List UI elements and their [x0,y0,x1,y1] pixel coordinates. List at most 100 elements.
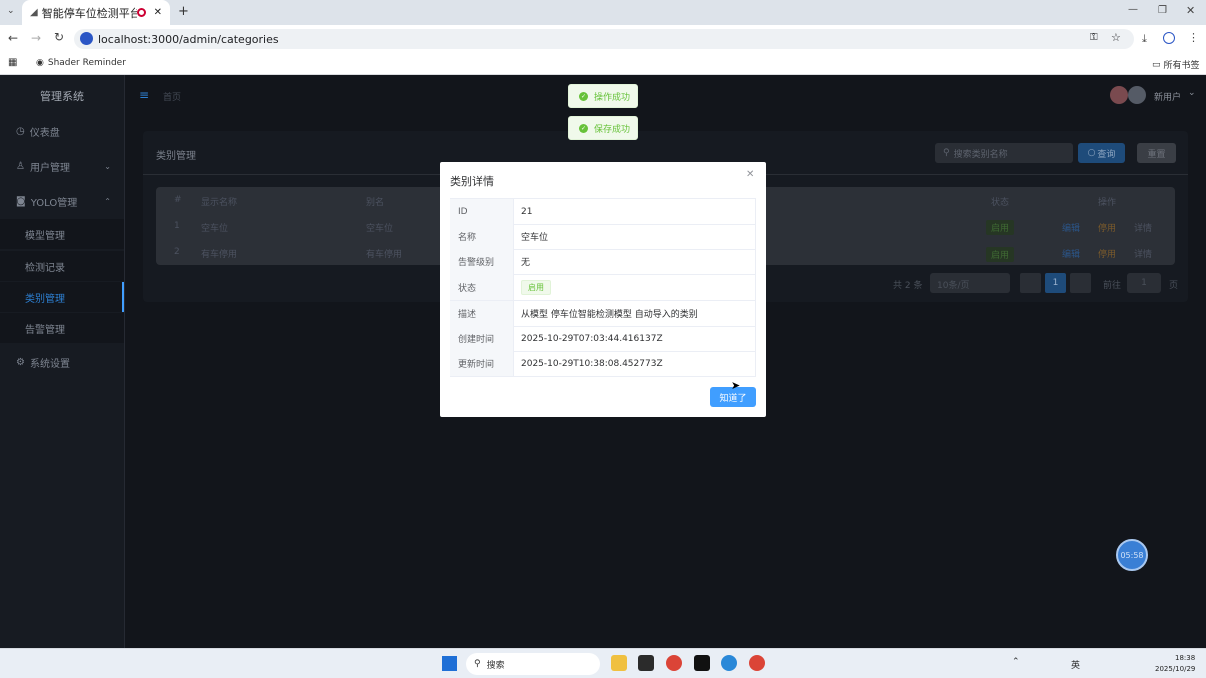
url-bar[interactable]: localhost:3000/admin/categories ⚿ ☆ [74,29,1134,49]
sidebar-title: 管理系统 [40,90,84,103]
search-input[interactable]: ⚲ 搜索类别名称 [935,143,1073,163]
key-icon[interactable]: ⚿ [1090,32,1098,43]
bookmarks-bar: ▦ ◉ Shader Reminder ▭ 所有书签 [0,53,1206,75]
table-row-1-status: 启用 [986,220,1015,235]
reload-icon[interactable]: ↻ [54,30,64,44]
table-row-2-disable[interactable]: 停用 [1098,247,1116,260]
sidebar-item-models[interactable]: 模型管理 [0,219,124,249]
apps-grid-icon[interactable]: ▦ [8,57,17,68]
breadcrumb[interactable]: 首页 [163,90,181,103]
pagination: 共 2 条 10条/页 1 前往 1 页 [893,273,1183,293]
forward-icon[interactable]: → [31,31,41,45]
chevron-down-icon[interactable]: ⌄ [1188,88,1196,98]
col-alias: 别名 [366,198,385,208]
username[interactable]: 新用户 [1154,90,1181,103]
toast-operation-success: ✓ 操作成功 [568,84,638,108]
folder-icon: ▭ [1152,59,1161,70]
back-icon[interactable]: ← [8,31,18,45]
tray-chevron-icon[interactable]: ⌃ [1012,657,1020,667]
status-badge: 启用 [521,279,551,295]
user-icon: ♙ [16,160,25,172]
page-size-select[interactable]: 10条/页 [930,273,1010,293]
search-icon: ○ [1087,148,1096,158]
category-detail-dialog: 类别详情 ✕ ID 21 名称 空车位 告警级别无 状态 启用 描述 从模型 停车位智能… [440,162,766,417]
bookmark-star-icon[interactable]: ☆ [1111,31,1121,44]
prev-page-button[interactable] [1020,273,1041,293]
sidebar-item-users[interactable]: ♙ 用户管理 ⌄ [0,151,124,181]
detail-row-status: 状态 启用 [450,274,756,301]
table-row-1-alias: 空车位 [366,224,394,234]
time: 18:38 [1175,654,1196,662]
sidebar-item-alerts[interactable]: 告警管理 [0,313,124,343]
query-button[interactable]: ○ 查询 [1078,143,1125,163]
chevron-down-icon: ⌄ [104,161,111,171]
menu-toggle-icon[interactable]: ≡ [139,88,149,102]
close-window-icon[interactable]: ✕ [1186,4,1195,17]
goto-label: 前往 [1103,281,1122,291]
more-menu-icon[interactable]: ⋮ [1188,31,1199,44]
col-status: 状态 [991,198,1010,208]
downloads-icon[interactable]: ⤓ [1142,32,1147,46]
date: 2025/10/29 [1155,665,1196,673]
restore-icon[interactable]: ❐ [1158,5,1167,16]
minimize-icon[interactable]: — [1128,4,1138,15]
avatar[interactable] [1110,86,1128,104]
detail-row-id: ID 21 [450,199,756,225]
windows-start-icon[interactable] [442,656,457,671]
detail-row-name: 名称 空车位 [450,224,756,250]
file-explorer-icon[interactable] [611,655,627,671]
sidebar-item-yolo[interactable]: ◙ YOLO管理 ⌃ [0,186,124,216]
url-text: localhost:3000/admin/categories [98,32,279,46]
page-suffix: 页 [1169,281,1179,291]
site-info-icon[interactable] [80,32,93,45]
browser-tab[interactable]: ◢ 智能停车位检测平台 ✕ [22,0,170,25]
table-row-2-detail[interactable]: 详情 [1134,247,1152,260]
toast-save-success: ✓ 保存成功 [568,116,638,140]
reset-button[interactable]: 重置 [1137,143,1176,163]
chevron-up-icon: ⌃ [104,196,111,206]
close-tab-icon[interactable]: ✕ [154,7,162,18]
tab-list-chevron-icon[interactable]: ⌄ [7,6,15,16]
dialog-title: 类别详情 [450,175,494,188]
table-row-1-disable[interactable]: 停用 [1098,221,1116,234]
sidebar-item-detections[interactable]: 检测记录 [0,251,124,281]
app-icon[interactable] [694,655,710,671]
ime-indicator[interactable]: 英 [1071,658,1080,671]
goto-input[interactable]: 1 [1127,273,1161,293]
floating-timer[interactable]: 05:58 [1116,539,1148,571]
mouse-cursor-icon: ➤ [731,379,741,392]
col-index: # [174,195,182,205]
camera-icon: ◙ [16,195,26,207]
top-header: ≡ 首页 新用户 ⌄ [125,75,1206,115]
taskbar-search[interactable]: ⚲ 搜索 [466,653,600,675]
table-row-1-detail[interactable]: 详情 [1134,221,1152,234]
table-row-2-edit[interactable]: 编辑 [1062,247,1080,260]
new-tab-icon[interactable]: + [178,4,189,19]
table-row-2-name: 有车停用 [201,250,238,260]
avatar-secondary [1128,86,1146,104]
sidebar-item-settings[interactable]: ⚙ 系统设置 [0,347,124,377]
detail-row-created: 创建时间 2025-10-29T07:03:44.416137Z [450,326,756,352]
table-row-1-edit[interactable]: 编辑 [1062,221,1080,234]
profile-icon[interactable] [1163,32,1175,44]
sidebar-item-dashboard[interactable]: ◷ 仪表盘 [0,116,124,146]
chat-icon[interactable] [721,655,737,671]
page-1-button[interactable]: 1 [1045,273,1066,293]
all-bookmarks[interactable]: ▭ 所有书签 [1152,58,1200,72]
taskbar: ⚲ 搜索 18:38 2025/10/29 英 ⌃ [0,648,1206,678]
sidebar-item-categories[interactable]: 类别管理 [0,282,124,312]
detail-row-updated: 更新时间 2025-10-29T10:38:08.452773Z [450,351,756,377]
chrome-icon[interactable] [666,655,682,671]
chrome-active-icon[interactable] [749,655,765,671]
table-row-2-alias: 有车停用 [366,250,403,260]
gear-icon: ⚙ [16,356,25,368]
col-actions: 操作 [1098,198,1117,208]
bookmark-shader-reminder[interactable]: ◉ Shader Reminder [36,58,126,68]
sidebar: 管理系统 ◷ 仪表盘 ♙ 用户管理 ⌄ ◙ YOLO管理 ⌃ 模型管理 检测记录 类别管理… [0,75,125,648]
browser-tab-strip: ⌄ ◢ 智能停车位检测平台 ✕ + — ❐ ✕ [0,0,1206,25]
page-2-button[interactable] [1070,273,1091,293]
close-icon[interactable]: ✕ [746,169,754,180]
recording-indicator-icon [136,8,146,17]
terminal-icon[interactable] [638,655,654,671]
pagination-total: 共 2 条 [893,281,923,291]
